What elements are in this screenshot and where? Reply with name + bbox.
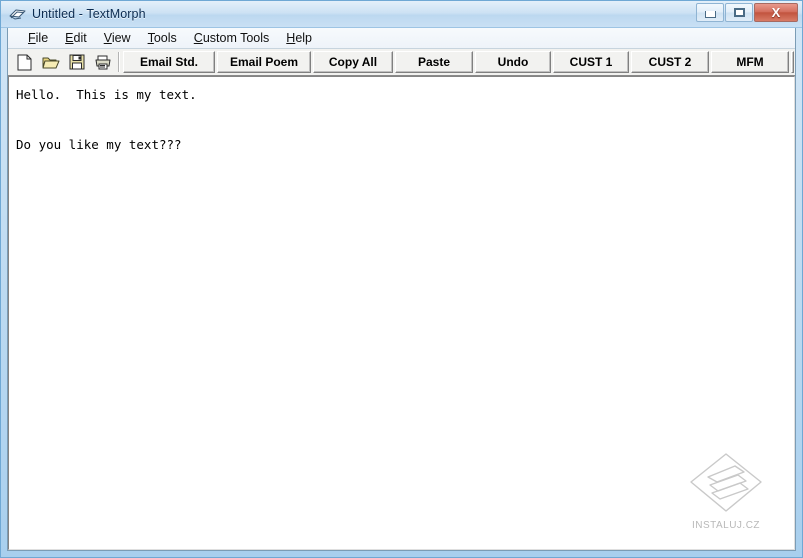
menu-item-file[interactable]: File: [20, 30, 57, 46]
save-button[interactable]: [64, 51, 89, 73]
email-std-button[interactable]: Email Std.: [123, 51, 215, 73]
menu-item-custom-tools[interactable]: Custom Tools: [186, 30, 279, 46]
new-document-icon: [17, 54, 32, 70]
maximize-icon: [733, 8, 745, 17]
window-title: Untitled - TextMorph: [32, 7, 146, 21]
toolbar-filler: [791, 51, 794, 73]
undo-button[interactable]: Undo: [475, 51, 551, 73]
maximize-button[interactable]: [725, 3, 753, 22]
close-button[interactable]: X: [754, 3, 798, 22]
title-bar[interactable]: Untitled - TextMorph X: [1, 1, 802, 28]
application-window: Untitled - TextMorph X File Edit View To…: [0, 0, 803, 558]
menu-item-edit[interactable]: Edit: [57, 30, 96, 46]
menu-item-tools[interactable]: Tools: [140, 30, 186, 46]
client-area: File Edit View Tools Custom Tools Help E…: [7, 28, 796, 551]
open-folder-icon: [42, 57, 59, 69]
open-folder-button[interactable]: [38, 51, 63, 73]
new-document-button[interactable]: [12, 51, 37, 73]
textmorph-ribbon-icon: [8, 5, 26, 23]
text-editor[interactable]: Hello. This is my text. Do you like my t…: [8, 76, 795, 550]
toolbar-separator: [118, 52, 120, 72]
print-icon: [95, 55, 110, 70]
paste-button[interactable]: Paste: [395, 51, 473, 73]
menu-bar: File Edit View Tools Custom Tools Help: [8, 28, 795, 49]
minimize-button[interactable]: [696, 3, 724, 22]
minimize-icon: [704, 11, 716, 18]
text-editor-content[interactable]: Hello. This is my text. Do you like my t…: [9, 77, 794, 549]
cust-1-button[interactable]: CUST 1: [553, 51, 629, 73]
menu-item-help[interactable]: Help: [278, 30, 321, 46]
cust-2-button[interactable]: CUST 2: [631, 51, 709, 73]
toolbar: Email Std. Email Poem Copy All Paste Und…: [8, 49, 795, 76]
mfm-button[interactable]: MFM: [711, 51, 789, 73]
print-button[interactable]: [90, 51, 115, 73]
email-poem-button[interactable]: Email Poem: [217, 51, 311, 73]
menu-item-view[interactable]: View: [96, 30, 140, 46]
save-floppy-icon: [69, 54, 84, 70]
close-icon: X: [771, 5, 781, 20]
copy-all-button[interactable]: Copy All: [313, 51, 393, 73]
window-controls: X: [695, 3, 798, 22]
